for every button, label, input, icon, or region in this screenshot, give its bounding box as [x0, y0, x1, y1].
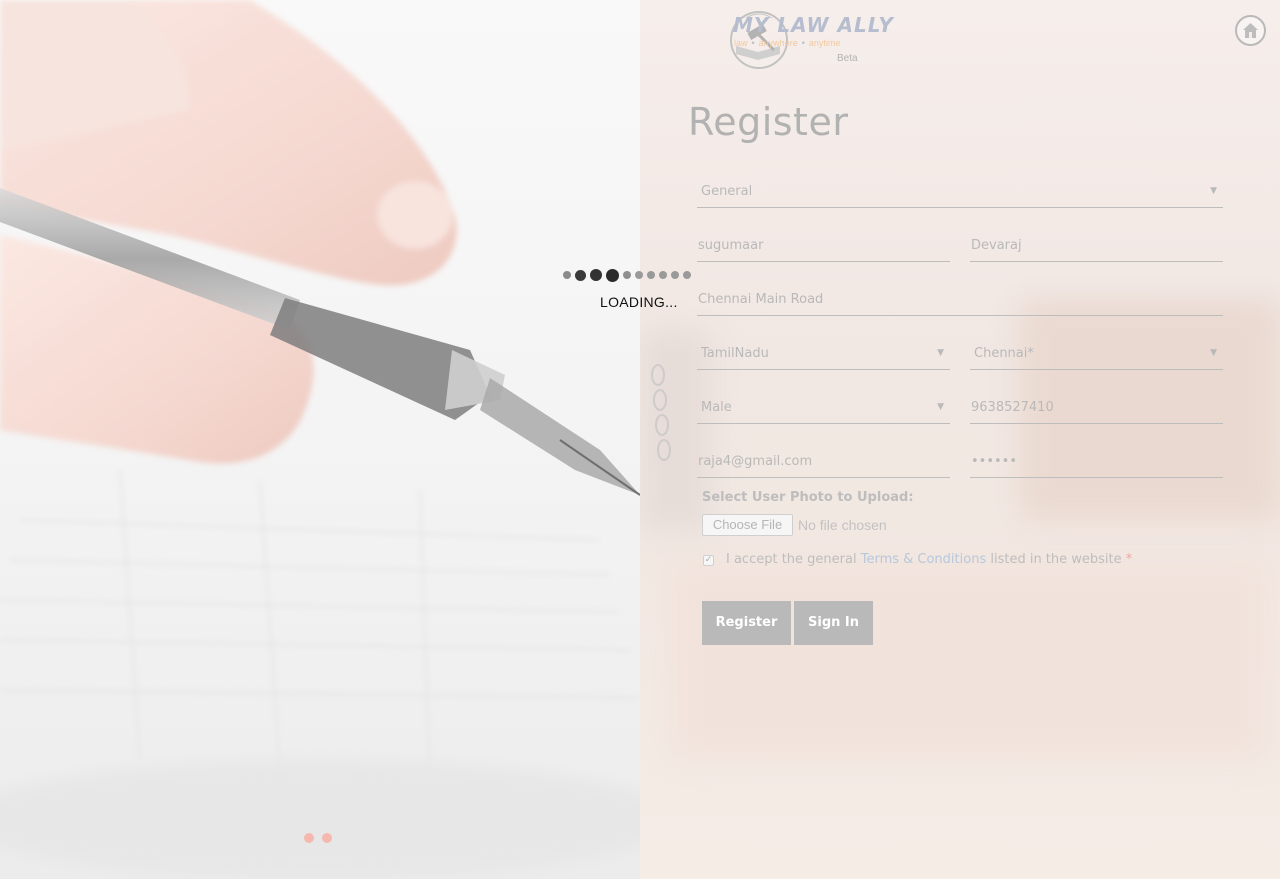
terms-checkbox[interactable]: ✓: [703, 555, 714, 566]
loading-dot: [590, 269, 602, 281]
brand-tagline: law • anywhere • anytime: [734, 38, 841, 48]
phone-input[interactable]: 9638527410: [970, 394, 1223, 424]
register-button[interactable]: Register: [702, 601, 791, 645]
phone-value: 9638527410: [971, 400, 1054, 415]
caret-down-icon: ▼: [1210, 186, 1217, 196]
photo-upload-label: Select User Photo to Upload:: [702, 490, 914, 505]
brand-name: MY LAW ALLY: [733, 13, 894, 37]
loading-dot: [647, 271, 655, 279]
caret-down-icon: ▼: [1210, 348, 1217, 358]
terms-text: I accept the general Terms & Conditions …: [726, 552, 1133, 567]
password-input[interactable]: ••••••: [970, 448, 1223, 478]
caret-down-icon: ▼: [937, 402, 944, 412]
file-status-text: No file chosen: [798, 517, 887, 533]
user-type-select[interactable]: General ▼: [697, 178, 1223, 208]
home-icon: [1243, 23, 1258, 38]
loading-dot: [635, 271, 643, 279]
email-value: raja4@gmail.com: [698, 454, 813, 469]
address-input[interactable]: Chennai Main Road: [697, 286, 1223, 316]
user-type-value: General: [701, 184, 753, 199]
state-select[interactable]: TamilNadu ▼: [697, 340, 950, 370]
terms-link[interactable]: Terms & Conditions: [861, 552, 987, 567]
email-input[interactable]: raja4@gmail.com: [697, 448, 950, 478]
last-name-input[interactable]: Devaraj: [970, 232, 1223, 262]
first-name-input[interactable]: sugumaar: [697, 232, 950, 262]
loading-dot: [623, 271, 631, 279]
loading-dot: [563, 271, 571, 279]
state-value: TamilNadu: [701, 346, 769, 361]
carousel-dot-2[interactable]: [322, 833, 332, 843]
carousel-indicators: [304, 833, 332, 843]
required-mark: *: [1125, 552, 1133, 567]
loading-text: LOADING...: [600, 294, 678, 310]
city-value: Chennai*: [974, 346, 1034, 361]
loading-spinner: [563, 266, 691, 284]
carousel-dot-1[interactable]: [304, 833, 314, 843]
loading-dot: [659, 271, 667, 279]
password-value: ••••••: [971, 454, 1018, 469]
sign-in-button[interactable]: Sign In: [794, 601, 873, 645]
loading-dot: [683, 271, 691, 279]
home-button[interactable]: [1235, 15, 1266, 46]
loading-dot: [606, 268, 619, 282]
loading-dot: [671, 271, 679, 279]
city-select[interactable]: Chennai* ▼: [970, 340, 1223, 370]
beta-badge: Beta: [837, 53, 858, 64]
hero-image: [0, 0, 640, 879]
loading-dot: [575, 269, 586, 281]
gender-select[interactable]: Male ▼: [697, 394, 950, 424]
page-title: Register: [688, 100, 849, 144]
first-name-value: sugumaar: [698, 238, 764, 253]
register-page: MY LAW ALLY law • anywhere • anytime Beta Re…: [0, 0, 1280, 879]
choose-file-button[interactable]: Choose File: [702, 514, 793, 536]
last-name-value: Devaraj: [971, 238, 1022, 253]
address-value: Chennai Main Road: [698, 292, 824, 307]
gender-value: Male: [701, 400, 732, 415]
caret-down-icon: ▼: [937, 348, 944, 358]
